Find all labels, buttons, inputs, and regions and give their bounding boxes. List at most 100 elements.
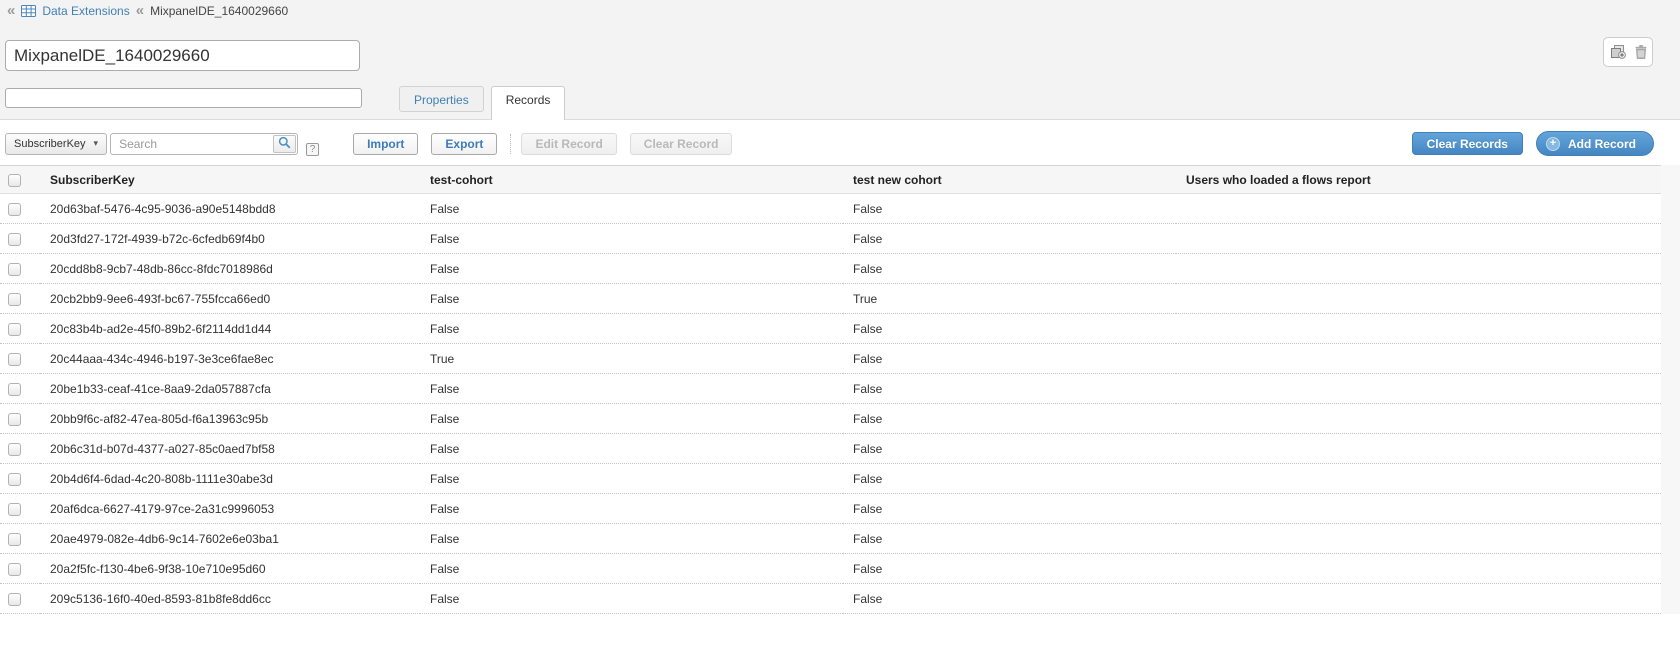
select-all-checkbox[interactable] — [8, 174, 21, 187]
cell-test-new-cohort: False — [843, 404, 1176, 434]
cell-test-cohort: False — [420, 434, 843, 464]
cell-subscriber-key: 20af6dca-6627-4179-97ce-2a31c9996053 — [40, 494, 420, 524]
row-checkbox[interactable] — [8, 263, 21, 276]
records-toolbar: SubscriberKey ▾ ? Import Export Edit Rec… — [0, 120, 1680, 165]
cell-test-cohort: False — [420, 464, 843, 494]
records-table-body: 20d63baf-5476-4c95-9036-a90e5148bdd8 Fal… — [0, 194, 1661, 614]
table-row[interactable]: 20c44aaa-434c-4946-b197-3e3ce6fae8ec Tru… — [0, 344, 1661, 374]
cell-test-new-cohort: False — [843, 524, 1176, 554]
tab-records-label: Records — [506, 93, 551, 107]
row-checkbox[interactable] — [8, 473, 21, 486]
clear-records-button[interactable]: Clear Records — [1412, 132, 1523, 155]
cell-test-new-cohort: False — [843, 344, 1176, 374]
search-icon — [278, 136, 291, 152]
search-field-dropdown-value: SubscriberKey — [14, 138, 86, 150]
cell-flows-report — [1176, 314, 1661, 344]
cell-flows-report — [1176, 344, 1661, 374]
cell-test-new-cohort: False — [843, 224, 1176, 254]
search-button[interactable] — [273, 135, 296, 153]
row-checkbox[interactable] — [8, 533, 21, 546]
table-row[interactable]: 20cb2bb9-9ee6-493f-bc67-755fcca66ed0 Fal… — [0, 284, 1661, 314]
cell-subscriber-key: 20d63baf-5476-4c95-9036-a90e5148bdd8 — [40, 194, 420, 224]
table-row[interactable]: 20bb9f6c-af82-47ea-805d-f6a13963c95b Fal… — [0, 404, 1661, 434]
tab-records[interactable]: Records — [491, 86, 566, 120]
cell-test-cohort: False — [420, 314, 843, 344]
breadcrumb: « Data Extensions « MixpanelDE_164002966… — [7, 3, 288, 19]
name-input[interactable] — [5, 40, 360, 71]
table-row[interactable]: 20ae4979-082e-4db6-9c14-7602e6e03ba1 Fal… — [0, 524, 1661, 554]
column-header-test-cohort[interactable]: test-cohort — [420, 166, 843, 194]
table-row[interactable]: 20a2f5fc-f130-4be6-9f38-10e710e95d60 Fal… — [0, 554, 1661, 584]
tab-bar: Properties Records — [399, 86, 565, 120]
edit-record-button[interactable]: Edit Record — [521, 133, 616, 155]
help-icon[interactable]: ? — [306, 143, 319, 156]
cell-test-new-cohort: False — [843, 494, 1176, 524]
table-row[interactable]: 20d63baf-5476-4c95-9036-a90e5148bdd8 Fal… — [0, 194, 1661, 224]
cell-flows-report — [1176, 284, 1661, 314]
header-actions — [1603, 37, 1653, 67]
cell-flows-report — [1176, 584, 1661, 614]
cell-subscriber-key: 20a2f5fc-f130-4be6-9f38-10e710e95d60 — [40, 554, 420, 584]
copy-icon[interactable] — [1610, 45, 1626, 59]
column-header-flows-report[interactable]: Users who loaded a flows report — [1176, 166, 1661, 194]
table-row[interactable]: 20c83b4b-ad2e-45f0-89b2-6f2114dd1d44 Fal… — [0, 314, 1661, 344]
cell-test-new-cohort: False — [843, 554, 1176, 584]
cell-subscriber-key: 20c44aaa-434c-4946-b197-3e3ce6fae8ec — [40, 344, 420, 374]
records-table: SubscriberKey test-cohort test new cohor… — [0, 165, 1661, 614]
cell-flows-report — [1176, 374, 1661, 404]
cell-test-new-cohort: False — [843, 314, 1176, 344]
chevron-down-icon: ▾ — [94, 138, 99, 149]
breadcrumb-link-data-extensions[interactable]: Data Extensions — [42, 4, 129, 18]
cell-test-new-cohort: True — [843, 284, 1176, 314]
cell-flows-report — [1176, 404, 1661, 434]
column-header-test-new-cohort[interactable]: test new cohort — [843, 166, 1176, 194]
clear-record-button[interactable]: Clear Record — [630, 133, 733, 155]
add-record-button[interactable]: + Add Record — [1536, 131, 1654, 156]
back-chevron-icon[interactable]: « — [7, 5, 15, 17]
row-checkbox[interactable] — [8, 323, 21, 336]
cell-flows-report — [1176, 524, 1661, 554]
cell-test-new-cohort: False — [843, 374, 1176, 404]
tab-properties[interactable]: Properties — [399, 86, 484, 112]
row-checkbox[interactable] — [8, 443, 21, 456]
cell-subscriber-key: 20c83b4b-ad2e-45f0-89b2-6f2114dd1d44 — [40, 314, 420, 344]
cell-test-cohort: False — [420, 554, 843, 584]
table-row[interactable]: 20be1b33-ceaf-41ce-8aa9-2da057887cfa Fal… — [0, 374, 1661, 404]
cell-flows-report — [1176, 194, 1661, 224]
search-box — [110, 133, 298, 155]
cell-test-cohort: False — [420, 374, 843, 404]
table-row[interactable]: 20b4d6f4-6dad-4c20-808b-1111e30abe3d Fal… — [0, 464, 1661, 494]
table-row[interactable]: 20d3fd27-172f-4939-b72c-6cfedb69f4b0 Fal… — [0, 224, 1661, 254]
export-button[interactable]: Export — [431, 133, 497, 155]
row-checkbox[interactable] — [8, 503, 21, 516]
trash-icon[interactable] — [1635, 45, 1647, 59]
row-checkbox[interactable] — [8, 383, 21, 396]
search-input[interactable] — [110, 133, 298, 155]
import-button[interactable]: Import — [353, 133, 418, 155]
cell-flows-report — [1176, 434, 1661, 464]
row-checkbox[interactable] — [8, 593, 21, 606]
cell-test-new-cohort: False — [843, 464, 1176, 494]
row-checkbox[interactable] — [8, 563, 21, 576]
search-field-dropdown[interactable]: SubscriberKey ▾ — [5, 133, 107, 155]
row-checkbox[interactable] — [8, 293, 21, 306]
cell-subscriber-key: 20bb9f6c-af82-47ea-805d-f6a13963c95b — [40, 404, 420, 434]
cell-test-cohort: False — [420, 284, 843, 314]
table-row[interactable]: 20cdd8b8-9cb7-48db-86cc-8fdc7018986d Fal… — [0, 254, 1661, 284]
row-checkbox[interactable] — [8, 353, 21, 366]
column-header-subscriber-key[interactable]: SubscriberKey — [40, 166, 420, 194]
description-input[interactable] — [5, 88, 362, 108]
row-checkbox[interactable] — [8, 233, 21, 246]
table-row[interactable]: 209c5136-16f0-40ed-8593-81b8fe8dd6cc Fal… — [0, 584, 1661, 614]
table-row[interactable]: 20b6c31d-b07d-4377-a027-85c0aed7bf58 Fal… — [0, 434, 1661, 464]
plus-icon: + — [1546, 137, 1560, 151]
row-checkbox[interactable] — [8, 413, 21, 426]
cell-test-cohort: False — [420, 494, 843, 524]
cell-test-new-cohort: False — [843, 194, 1176, 224]
cell-test-cohort: False — [420, 584, 843, 614]
table-header-row: SubscriberKey test-cohort test new cohor… — [0, 166, 1661, 194]
cell-subscriber-key: 20cb2bb9-9ee6-493f-bc67-755fcca66ed0 — [40, 284, 420, 314]
cell-subscriber-key: 20be1b33-ceaf-41ce-8aa9-2da057887cfa — [40, 374, 420, 404]
table-row[interactable]: 20af6dca-6627-4179-97ce-2a31c9996053 Fal… — [0, 494, 1661, 524]
row-checkbox[interactable] — [8, 203, 21, 216]
